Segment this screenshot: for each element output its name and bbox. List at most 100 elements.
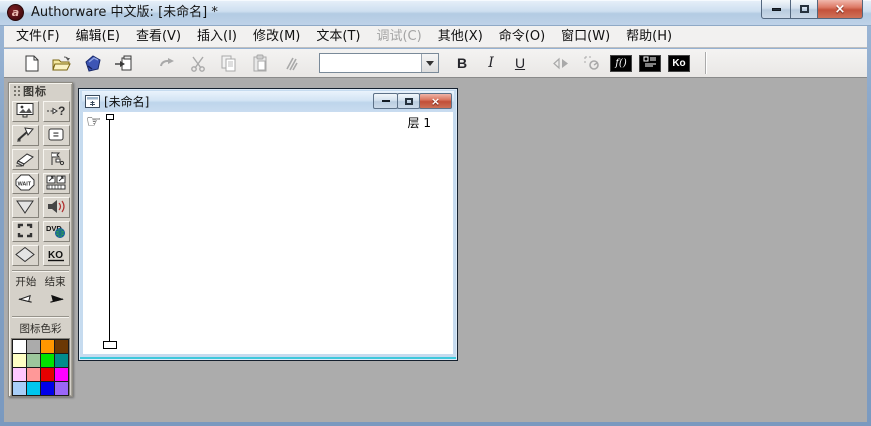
palette-framework-button[interactable] — [11, 221, 39, 242]
palette-display-button[interactable] — [11, 101, 39, 122]
menu-item-5[interactable]: 修改(M) — [245, 26, 308, 47]
menu-item-7: 调试(C) — [376, 29, 422, 44]
design-window-titlebar[interactable]: [未命名] × — [82, 91, 454, 112]
run-button — [548, 51, 574, 75]
minimize-icon — [381, 100, 390, 102]
icon-palette-titlebar[interactable]: 图标 — [9, 83, 72, 99]
erase-icon — [14, 150, 36, 170]
italic-button[interactable]: I — [478, 52, 504, 74]
svg-text:KO: KO — [48, 250, 63, 261]
palette-sound-button[interactable] — [42, 197, 70, 218]
palette-erase-button[interactable] — [11, 149, 39, 170]
flowline-start-marker[interactable] — [106, 114, 114, 120]
color-swatch-4[interactable] — [55, 340, 68, 353]
design-maximize-button[interactable] — [397, 93, 420, 109]
palette-wait-button[interactable]: WAIT — [11, 173, 39, 194]
menu-item-4[interactable]: 插入(I) — [189, 26, 245, 47]
menu-item-1[interactable]: 文件(F) — [8, 26, 68, 47]
design-window: [未命名] × ☞ 层 1 — [78, 88, 458, 361]
palette-decision-button[interactable] — [11, 245, 39, 266]
color-swatch-11[interactable] — [41, 368, 54, 381]
publish-button[interactable] — [80, 51, 106, 75]
interaction-icon: ? — [45, 102, 67, 122]
color-swatch-2[interactable] — [27, 340, 40, 353]
palette-motion-button[interactable] — [11, 125, 39, 146]
color-swatch-1[interactable] — [13, 340, 26, 353]
color-swatch-16[interactable] — [55, 382, 68, 395]
palette-interaction-button[interactable]: ? — [42, 101, 70, 122]
toolbar: B I Uf() Ko — [4, 49, 867, 78]
color-swatch-8[interactable] — [55, 354, 68, 367]
navigate-icon — [14, 198, 36, 218]
flags-label: 开始 结束 — [9, 274, 72, 289]
maximize-icon — [799, 5, 809, 13]
text-styles-button — [278, 51, 304, 75]
design-minimize-button[interactable] — [373, 93, 398, 109]
close-button[interactable]: × — [817, 0, 863, 19]
toolbar-separator — [705, 52, 706, 74]
underline-button[interactable]: U — [507, 52, 533, 74]
menu-item-10[interactable]: 窗口(W) — [553, 26, 618, 47]
variables-icon — [643, 56, 657, 70]
cut-button — [185, 51, 211, 75]
minimize-button[interactable] — [761, 0, 791, 19]
title-bar: a Authorware 中文版: [未命名] * × — [0, 0, 871, 26]
combobox-dropdown-button[interactable] — [421, 54, 438, 72]
paste-hand-icon[interactable]: ☞ — [86, 114, 101, 131]
wait-icon: WAIT — [14, 174, 36, 194]
text-style-combobox[interactable] — [319, 53, 439, 73]
flowline[interactable] — [109, 119, 110, 345]
color-swatch-6[interactable] — [27, 354, 40, 367]
publish-package-icon — [83, 54, 103, 73]
mdi-workspace: 图标 ? = WAIT DVD KO 开始 结束 图标色彩 [未命名] × ☞ … — [4, 78, 867, 422]
map-icon — [45, 150, 67, 170]
close-icon: × — [834, 1, 846, 17]
copy-button — [216, 51, 242, 75]
menu-item-6[interactable]: 文本(T) — [308, 26, 368, 47]
palette-knowledge-object-button[interactable]: KO — [42, 245, 70, 266]
color-swatch-15[interactable] — [41, 382, 54, 395]
open-file-button[interactable] — [49, 51, 75, 75]
color-swatch-7[interactable] — [41, 354, 54, 367]
functions-button[interactable]: f() — [610, 54, 632, 72]
palette-calculation-button[interactable]: = — [42, 125, 70, 146]
design-flowline-area[interactable]: ☞ 层 1 — [83, 112, 453, 354]
close-icon: × — [430, 94, 441, 108]
menu-item-11[interactable]: 帮助(H) — [618, 26, 680, 47]
text-style-value — [320, 54, 421, 72]
calculation-icon: = — [45, 126, 67, 146]
import-button[interactable] — [111, 51, 137, 75]
menu-item-8[interactable]: 其他(X) — [430, 26, 491, 47]
maximize-button[interactable] — [790, 0, 818, 19]
text-styles-icon — [281, 54, 301, 73]
authorware-logo-icon: a — [7, 4, 24, 21]
bold-button[interactable]: B — [449, 52, 475, 74]
svg-text:=: = — [53, 130, 59, 141]
menu-item-9[interactable]: 命令(O) — [491, 26, 553, 47]
design-close-button[interactable]: × — [419, 93, 452, 109]
end-flag-button[interactable] — [44, 291, 66, 311]
color-swatch-12[interactable] — [55, 368, 68, 381]
color-swatch-9[interactable] — [13, 368, 26, 381]
palette-navigate-button[interactable] — [11, 197, 39, 218]
new-file-button[interactable] — [18, 51, 44, 75]
menu-item-3[interactable]: 查看(V) — [128, 26, 189, 47]
color-swatch-13[interactable] — [13, 382, 26, 395]
layer-label: 层 1 — [407, 116, 431, 130]
framework-icon — [14, 222, 36, 242]
color-swatch-3[interactable] — [41, 340, 54, 353]
palette-digital-movie-button[interactable] — [42, 173, 70, 194]
window-title: Authorware 中文版: [未命名] * — [31, 5, 218, 20]
palette-map-button[interactable] — [42, 149, 70, 170]
color-swatch-10[interactable] — [27, 368, 40, 381]
drag-grip-icon[interactable] — [13, 85, 21, 97]
color-swatch-5[interactable] — [13, 354, 26, 367]
variables-button[interactable] — [639, 54, 661, 72]
palette-dvd-button[interactable]: DVD — [42, 221, 70, 242]
design-window-icon — [85, 95, 100, 108]
start-flag-button[interactable] — [16, 291, 38, 311]
menu-item-2[interactable]: 编辑(E) — [68, 26, 128, 47]
knowledge-objects-button[interactable]: Ko — [668, 54, 690, 72]
color-swatch-14[interactable] — [27, 382, 40, 395]
flowline-end-marker[interactable] — [103, 341, 117, 349]
